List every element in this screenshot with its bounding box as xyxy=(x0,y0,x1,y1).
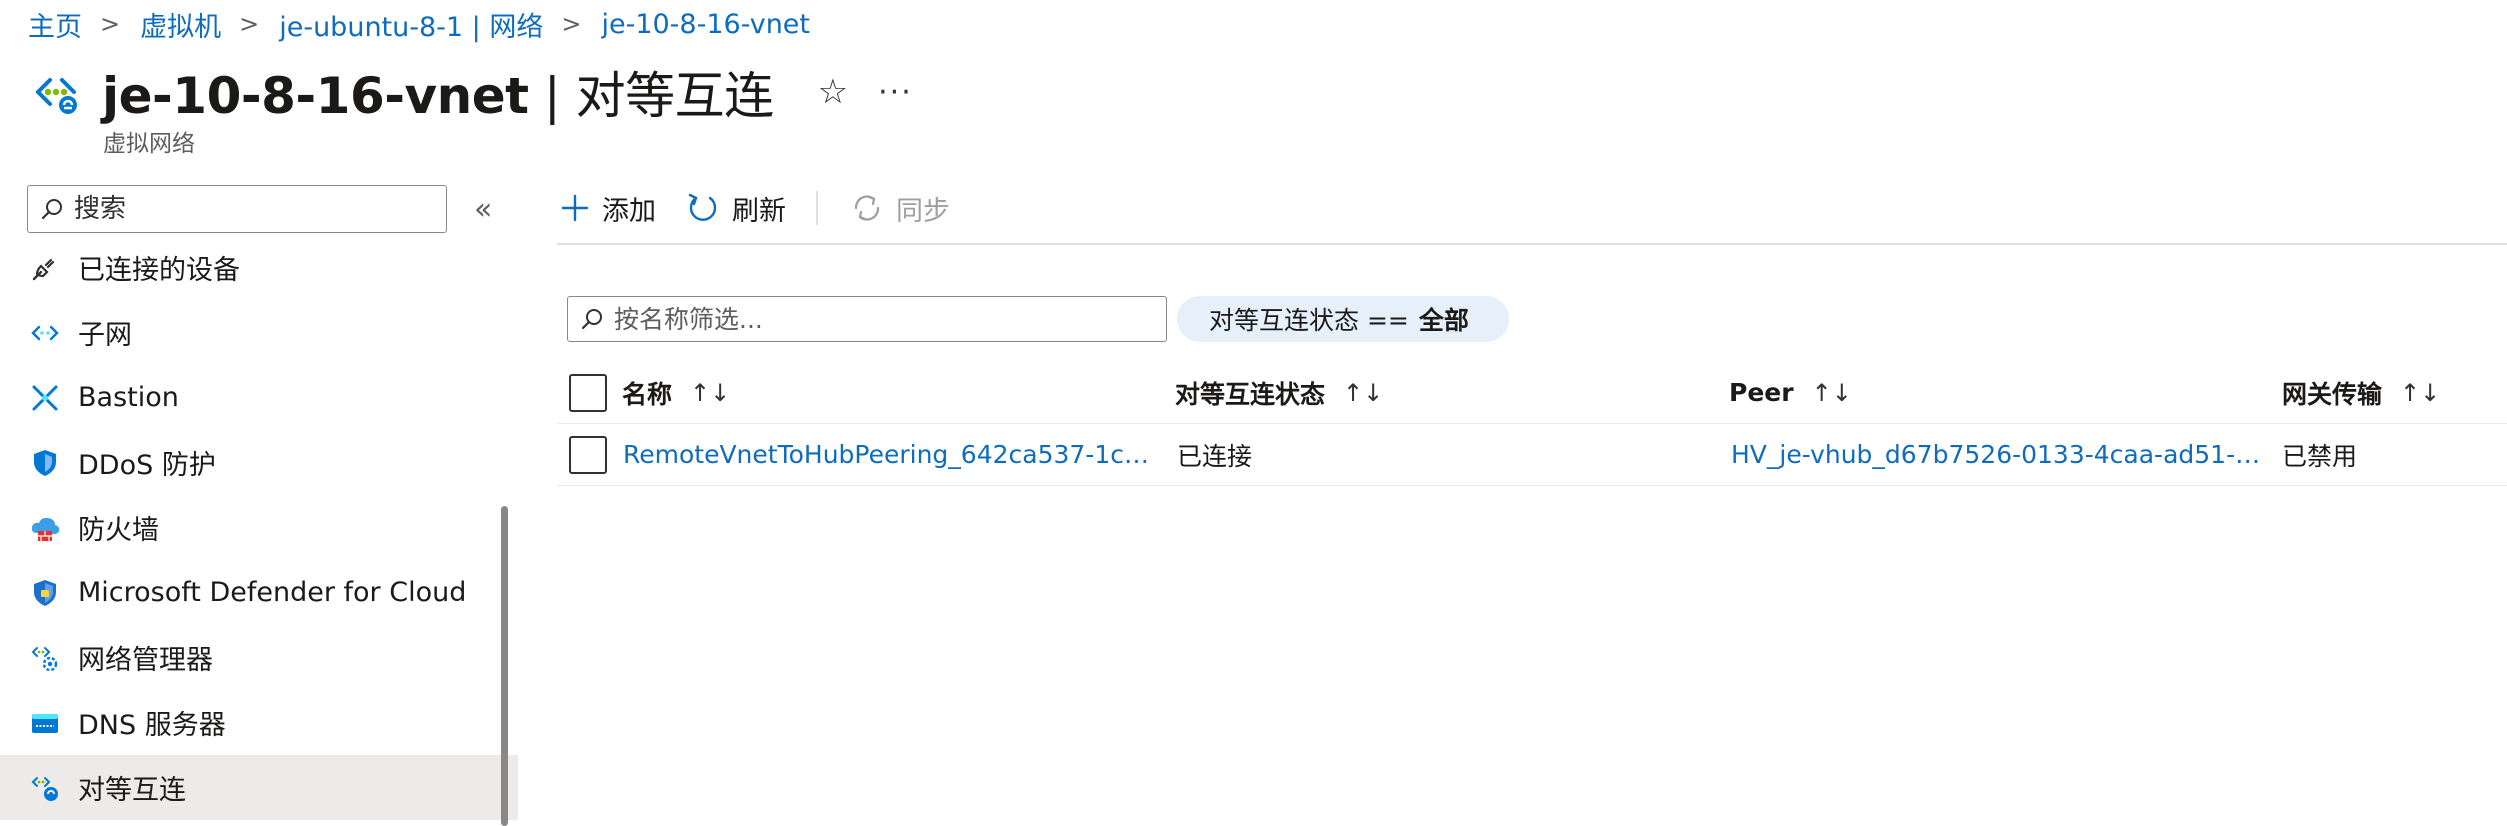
sidebar-search[interactable] xyxy=(27,185,447,233)
sidebar-item-firewall[interactable]: 防火墙 xyxy=(0,495,518,560)
breadcrumb-home[interactable]: 主页 xyxy=(28,5,82,44)
sidebar-search-input[interactable] xyxy=(74,194,414,224)
sidebar-item-network-manager[interactable]: 网络管理器 xyxy=(0,625,518,690)
peering-name-link[interactable]: RemoteVnetToHubPeering_642ca537-1cbb-... xyxy=(623,440,1163,469)
toolbar-divider-line xyxy=(557,243,2507,245)
plug-icon xyxy=(28,251,62,285)
sort-icon[interactable]: ↑↓ xyxy=(1343,379,1383,407)
breadcrumb: 主页 > 虚拟机 > je-ubuntu-8-1 | 网络 > je-10-8-… xyxy=(28,5,810,44)
refresh-button[interactable]: 刷新 xyxy=(686,189,786,228)
sidebar-item-label: 网络管理器 xyxy=(78,645,213,676)
sidebar-item-label: 已连接的设备 xyxy=(78,255,240,286)
select-all-checkbox[interactable] xyxy=(569,373,607,412)
peer-link[interactable]: HV_je-vhub_d67b7526-0133-4caa-ad51-403..… xyxy=(1731,440,2271,469)
search-icon xyxy=(581,309,602,330)
breadcrumb-vm-network[interactable]: je-ubuntu-8-1 | 网络 xyxy=(279,5,543,44)
peering-status-filter-pill[interactable]: 对等互连状态 == 全部 xyxy=(1177,296,1509,342)
sync-icon xyxy=(850,191,884,225)
sidebar-item-label: DNS 服务器 xyxy=(78,710,226,741)
refresh-icon xyxy=(686,191,720,225)
plus-icon xyxy=(560,193,590,223)
sort-icon[interactable]: ↑↓ xyxy=(2400,379,2440,407)
sidebar-item-defender[interactable]: Microsoft Defender for Cloud xyxy=(0,560,518,625)
breadcrumb-vms[interactable]: 虚拟机 xyxy=(140,5,221,44)
table-row[interactable]: RemoteVnetToHubPeering_642ca537-1cbb-...… xyxy=(557,424,2507,486)
more-options-icon[interactable]: ··· xyxy=(878,75,913,110)
breadcrumb-vnet[interactable]: je-10-8-16-vnet xyxy=(601,9,810,40)
toolbar-divider xyxy=(816,191,818,225)
sidebar-item-ddos[interactable]: DDoS 防护 xyxy=(0,430,518,495)
filter-pill-label: 对等互连状态 == xyxy=(1209,306,1409,335)
sidebar-menu: 已连接的设备 子网 Bastion DDoS 防护 防火墙 Microsoft … xyxy=(0,235,518,820)
sidebar-item-label: DDoS 防护 xyxy=(78,450,216,481)
subnet-icon xyxy=(28,316,62,350)
search-icon xyxy=(41,199,62,220)
sidebar-item-subnets[interactable]: 子网 xyxy=(0,300,518,365)
column-header-name[interactable]: 名称 ↑↓ xyxy=(622,362,730,423)
page-header: je-10-8-16-vnet | 对等互连 ☆ ··· xyxy=(28,62,913,125)
dns-server-icon xyxy=(28,706,62,740)
add-button[interactable]: 添加 xyxy=(560,189,656,228)
sort-icon[interactable]: ↑↓ xyxy=(690,379,730,407)
firewall-icon xyxy=(28,511,62,545)
sidebar-item-dns-servers[interactable]: DNS 服务器 xyxy=(0,690,518,755)
command-bar: 添加 刷新 同步 xyxy=(560,180,980,236)
name-filter-input[interactable] xyxy=(614,304,1144,334)
bastion-icon xyxy=(28,381,62,415)
favorite-star-icon[interactable]: ☆ xyxy=(818,72,848,112)
refresh-button-label: 刷新 xyxy=(732,195,786,227)
sort-icon[interactable]: ↑↓ xyxy=(1812,379,1852,407)
row-checkbox[interactable] xyxy=(569,435,607,474)
sidebar-item-label: 防火墙 xyxy=(78,515,159,546)
page-title: je-10-8-16-vnet | 对等互连 xyxy=(102,67,774,125)
defender-shield-icon xyxy=(28,576,62,610)
peering-icon xyxy=(28,771,62,805)
resource-type-subtitle: 虚拟网络 xyxy=(103,131,195,157)
filter-pill-value: 全部 xyxy=(1418,306,1469,335)
table-header-row: 名称 ↑↓ 对等互连状态 ↑↓ Peer ↑↓ 网关传输 ↑↓ xyxy=(557,362,2507,424)
add-button-label: 添加 xyxy=(602,195,656,227)
network-manager-icon xyxy=(28,641,62,675)
sidebar-item-bastion[interactable]: Bastion xyxy=(0,365,518,430)
collapse-sidebar-icon[interactable]: « xyxy=(474,192,492,227)
sidebar-scrollbar[interactable] xyxy=(501,506,508,826)
chevron-right-icon: > xyxy=(239,10,260,38)
sidebar-item-label: 对等互连 xyxy=(78,775,186,806)
sidebar-item-connected-devices[interactable]: 已连接的设备 xyxy=(0,235,518,300)
ddos-shield-icon xyxy=(28,446,62,480)
peering-status-cell: 已连接 xyxy=(1177,441,1253,471)
sidebar-item-label: Bastion xyxy=(78,382,179,413)
name-filter[interactable] xyxy=(567,296,1167,342)
column-header-peer[interactable]: Peer ↑↓ xyxy=(1729,362,1852,423)
chevron-right-icon: > xyxy=(100,10,121,38)
sidebar-item-label: 子网 xyxy=(78,320,132,351)
virtual-network-icon xyxy=(36,78,77,114)
gateway-transit-cell: 已禁用 xyxy=(2282,441,2358,471)
peerings-table: 名称 ↑↓ 对等互连状态 ↑↓ Peer ↑↓ 网关传输 ↑↓ RemoteVnetTo… xyxy=(557,362,2507,486)
column-header-gateway-transit[interactable]: 网关传输 ↑↓ xyxy=(2282,362,2440,423)
column-header-peering-status[interactable]: 对等互连状态 ↑↓ xyxy=(1175,362,1383,423)
chevron-right-icon: > xyxy=(561,10,582,38)
sidebar-item-peerings[interactable]: 对等互连 xyxy=(0,755,518,820)
sync-button[interactable]: 同步 xyxy=(850,189,950,228)
sidebar-item-label: Microsoft Defender for Cloud xyxy=(78,577,467,608)
sync-button-label: 同步 xyxy=(896,195,950,227)
